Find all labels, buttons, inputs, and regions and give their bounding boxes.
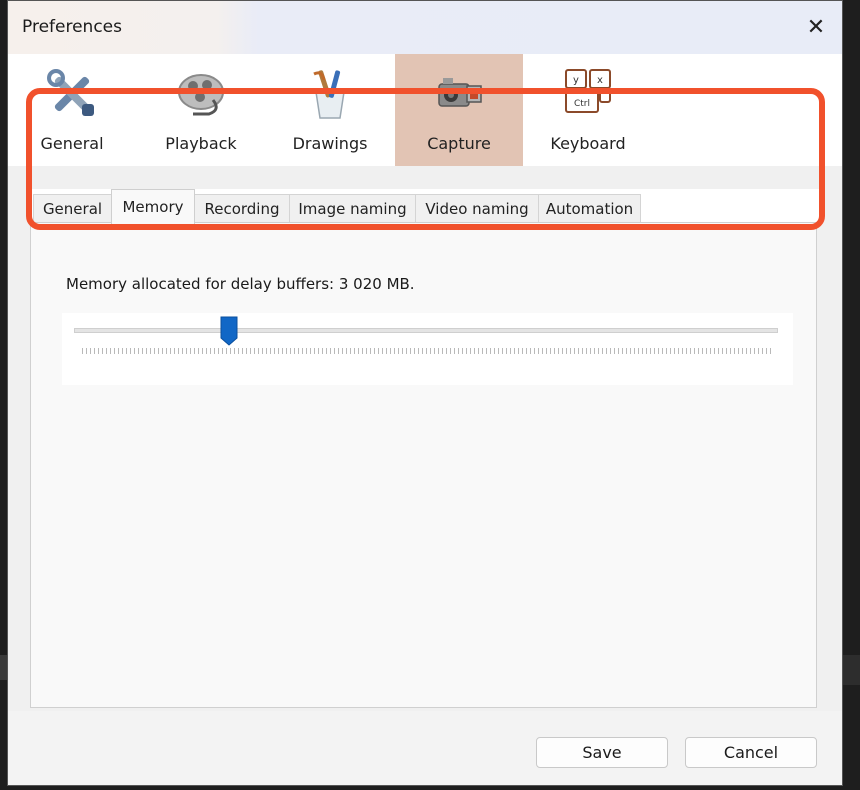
tab-memory[interactable]: Memory [111, 189, 195, 224]
slider-track[interactable] [74, 328, 778, 333]
keyboard-keys-icon: y x Ctrl [565, 69, 611, 113]
slider-thumb[interactable] [220, 316, 238, 346]
tab-video-naming[interactable]: Video naming [415, 194, 539, 223]
tab-image-naming[interactable]: Image naming [289, 194, 416, 223]
toolbar-item-capture[interactable]: Capture [395, 54, 523, 166]
content-area: General Memory Recording Image naming Vi… [8, 166, 842, 711]
svg-text:y: y [573, 75, 579, 86]
toolbar-item-drawings[interactable]: Drawings [266, 54, 394, 166]
tab-label: Memory [122, 198, 184, 216]
camcorder-icon [438, 78, 482, 107]
tab-label: General [42, 200, 103, 218]
memory-slider[interactable] [62, 313, 793, 385]
category-toolbar: General Playback Drawings Capture y x Ct… [8, 54, 842, 166]
toolbar-item-label: Drawings [292, 134, 368, 153]
window-title: Preferences [22, 17, 122, 37]
save-button-label: Save [582, 743, 622, 762]
memory-tab-panel: Memory allocated for delay buffers: 3 02… [30, 222, 817, 708]
background-strip [842, 655, 860, 685]
memory-allocation-label: Memory allocated for delay buffers: 3 02… [66, 275, 415, 293]
tab-label: Video naming [425, 200, 529, 218]
toolbar-item-playback[interactable]: Playback [137, 54, 265, 166]
tab-label: Automation [545, 200, 634, 218]
toolbar-item-label: Playback [165, 134, 237, 153]
tab-recording[interactable]: Recording [194, 194, 290, 223]
brushes-icon [313, 70, 345, 119]
toolbar-item-label: General [40, 134, 104, 153]
cancel-button-label: Cancel [723, 743, 779, 762]
toolbar-item-keyboard[interactable]: y x Ctrl Keyboard [524, 54, 652, 166]
close-icon: ✕ [806, 15, 826, 40]
close-button[interactable]: ✕ [790, 1, 842, 54]
toolbar-item-general[interactable]: General [8, 54, 136, 166]
toolbar-item-label: Keyboard [550, 134, 626, 153]
save-button[interactable]: Save [536, 737, 668, 768]
tab-label: Recording [204, 200, 280, 218]
film-reel-icon [178, 74, 224, 116]
tab-automation[interactable]: Automation [538, 194, 641, 223]
svg-text:Ctrl: Ctrl [574, 99, 590, 109]
svg-text:x: x [597, 75, 603, 86]
tab-label: Image naming [298, 200, 407, 218]
tab-strip: General Memory Recording Image naming Vi… [30, 189, 821, 224]
title-bar: Preferences ✕ [8, 1, 842, 54]
preferences-dialog: Preferences ✕ General Playback Drawings … [7, 0, 843, 786]
tab-general[interactable]: General [33, 194, 112, 223]
cancel-button[interactable]: Cancel [685, 737, 817, 768]
toolbar-item-label: Capture [427, 134, 491, 153]
slider-ticks [82, 348, 772, 354]
tools-icon [47, 69, 94, 116]
